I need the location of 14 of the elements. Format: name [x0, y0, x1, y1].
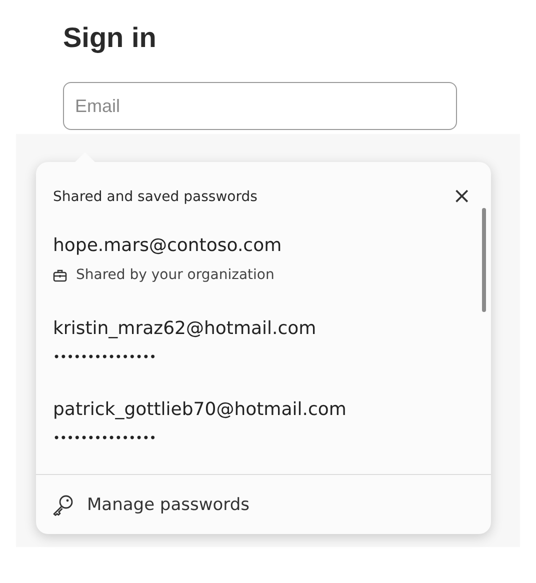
account-email[interactable]: patrick_gottlieb70@hotmail.com — [53, 399, 491, 420]
popup-heading: Shared and saved passwords — [53, 189, 258, 205]
masked-password: ••••••••••••••• — [53, 431, 158, 445]
shared-label: Shared by your organization — [76, 267, 274, 283]
manage-passwords-button[interactable]: Manage passwords — [52, 494, 250, 516]
scrollbar[interactable] — [482, 208, 486, 312]
masked-password: ••••••••••••••• — [53, 350, 158, 364]
close-button[interactable]: × — [448, 186, 475, 208]
account-email[interactable]: hope.mars@contoso.com — [53, 235, 491, 256]
briefcase-icon — [53, 268, 67, 282]
account-email[interactable]: kristin_mraz62@hotmail.com — [53, 318, 491, 339]
key-icon — [52, 494, 74, 516]
page-title: Sign in — [62, 21, 158, 55]
email-field[interactable]: Email — [63, 82, 457, 130]
